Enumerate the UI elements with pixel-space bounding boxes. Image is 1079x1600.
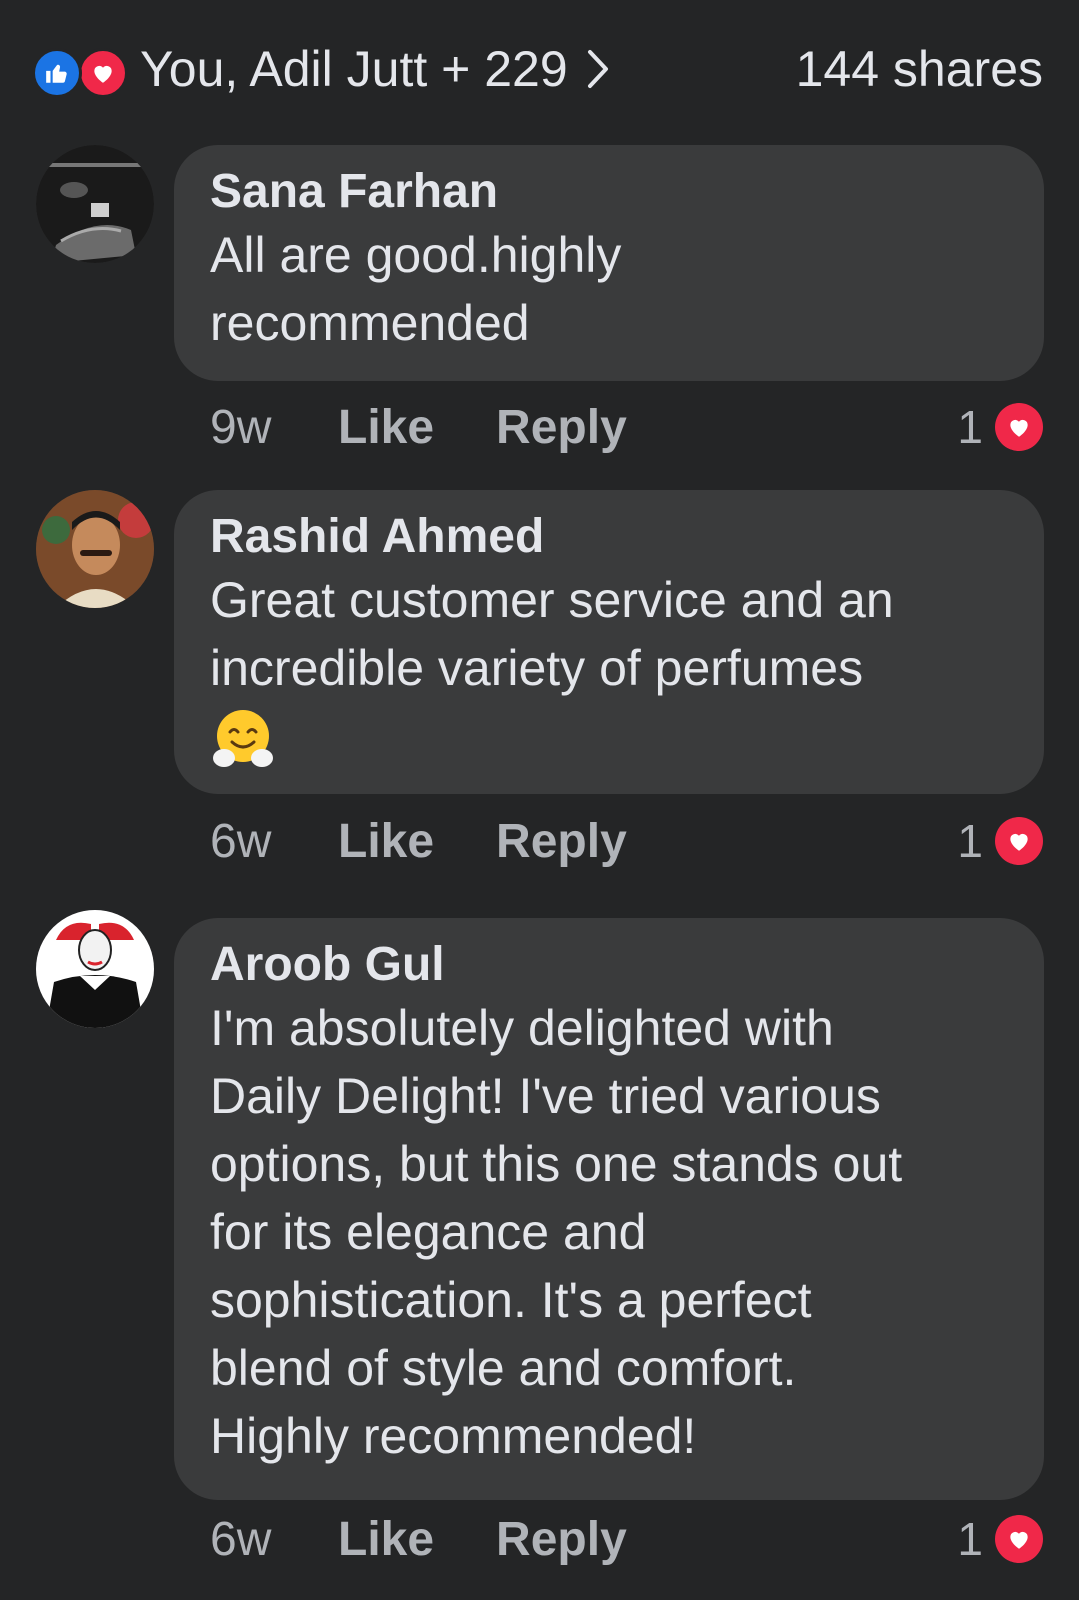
- shares-count-link[interactable]: 144 shares: [796, 40, 1043, 98]
- heart-icon: [995, 1515, 1043, 1563]
- avatar[interactable]: [36, 490, 154, 608]
- comment-text-line: recommended: [210, 295, 530, 351]
- like-button[interactable]: Like: [338, 1512, 434, 1567]
- like-button[interactable]: Like: [338, 400, 434, 455]
- avatar[interactable]: [36, 145, 154, 263]
- reply-button[interactable]: Reply: [496, 814, 627, 869]
- comment-bubble[interactable]: Rashid Ahmed Great customer service and …: [174, 490, 1044, 794]
- reaction-count: 1: [957, 401, 983, 453]
- comment-reaction-count[interactable]: 1: [957, 814, 1043, 868]
- reactors-link[interactable]: You, Adil Jutt + 229: [140, 40, 610, 98]
- comment-text-line: Daily Delight! I've tried various: [210, 1068, 881, 1124]
- reactions-header: You, Adil Jutt + 229 144 shares: [0, 0, 1079, 140]
- comment-actions: 9w Like Reply: [210, 400, 689, 455]
- comment-time[interactable]: 6w: [210, 814, 338, 869]
- reaction-icons[interactable]: [32, 48, 132, 98]
- comment-text-line: Great customer service and an: [210, 572, 894, 628]
- comment-time[interactable]: 6w: [210, 1512, 338, 1567]
- comment-author[interactable]: Rashid Ahmed: [210, 508, 1008, 566]
- reaction-count: 1: [957, 815, 983, 867]
- comment-author[interactable]: Aroob Gul: [210, 936, 1008, 994]
- comment-text-line: sophistication. It's a perfect: [210, 1272, 812, 1328]
- comment-author[interactable]: Sana Farhan: [210, 163, 1008, 221]
- comment-bubble[interactable]: Sana Farhan All are good.highly recommen…: [174, 145, 1044, 381]
- chevron-right-icon: [586, 48, 610, 90]
- reply-button[interactable]: Reply: [496, 400, 627, 455]
- reactors-text: You, Adil Jutt + 229: [140, 41, 568, 97]
- heart-icon: [995, 403, 1043, 451]
- hugging-face-emoji-icon: [210, 706, 1008, 777]
- comment-text-line: for its elegance and: [210, 1204, 647, 1260]
- heart-icon: [995, 817, 1043, 865]
- like-reaction-icon: [32, 48, 82, 98]
- comment-bubble[interactable]: Aroob Gul I'm absolutely delighted with …: [174, 918, 1044, 1500]
- comment-actions: 6w Like Reply: [210, 814, 689, 869]
- comment-text-line: blend of style and comfort.: [210, 1340, 797, 1396]
- comment-reaction-count[interactable]: 1: [957, 400, 1043, 454]
- comment-text-line: I'm absolutely delighted with: [210, 1000, 834, 1056]
- avatar[interactable]: [36, 910, 154, 1028]
- comment-text-line: incredible variety of perfumes: [210, 640, 864, 696]
- like-button[interactable]: Like: [338, 814, 434, 869]
- comment-reaction-count[interactable]: 1: [957, 1512, 1043, 1566]
- love-reaction-icon: [78, 48, 128, 98]
- reply-button[interactable]: Reply: [496, 1512, 627, 1567]
- comment-actions: 6w Like Reply: [210, 1512, 689, 1567]
- comment-text-line: All are good.highly: [210, 227, 622, 283]
- reaction-count: 1: [957, 1513, 983, 1565]
- comment-time[interactable]: 9w: [210, 400, 338, 455]
- comment-text-line: Highly recommended!: [210, 1408, 697, 1464]
- comment-text-line: options, but this one stands out: [210, 1136, 903, 1192]
